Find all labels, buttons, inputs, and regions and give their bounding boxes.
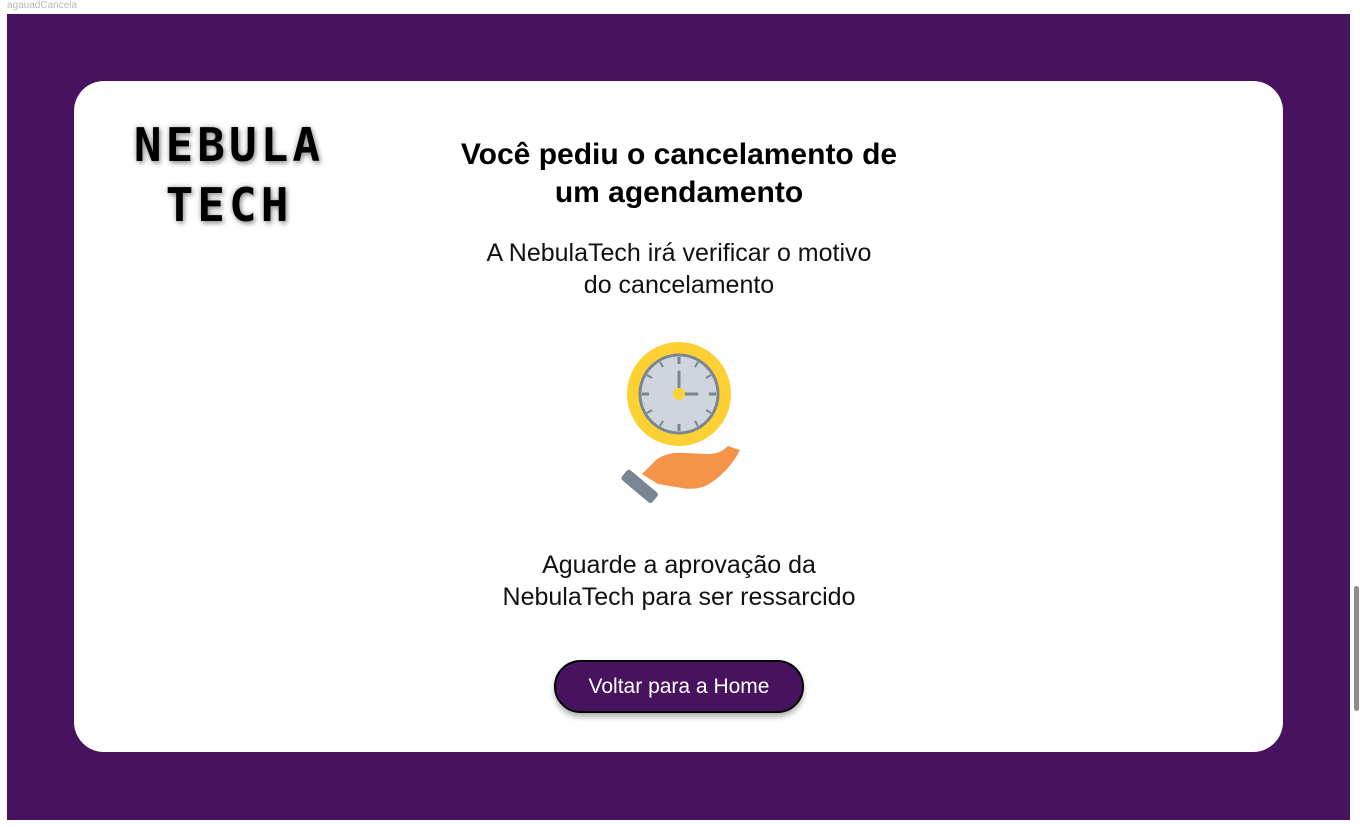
subtitle-line-2: do cancelamento (583, 271, 775, 299)
back-to-home-button[interactable]: Voltar para a Home (554, 660, 804, 713)
verification-message: A NebulaTech irá verificar o motivo do c… (407, 237, 951, 301)
content-card: NEBULA TECH Você pediu o cancelamento de… (74, 81, 1283, 752)
subtitle-line-1: A NebulaTech irá verificar o motivo (486, 239, 872, 267)
logo-line-1: NEBULA (133, 118, 325, 172)
frame-label: agauadCancela (7, 0, 78, 11)
approval-message: Aguarde a aprovação da NebulaTech para s… (407, 549, 951, 613)
page-background: NEBULA TECH Você pediu o cancelamento de… (7, 14, 1350, 820)
page-title: Você pediu o cancelamento de um agendame… (407, 136, 951, 212)
hand-holding-clock-icon (612, 342, 742, 512)
wait-line-2: NebulaTech para ser ressarcido (502, 583, 856, 611)
scrollbar-thumb[interactable] (1354, 586, 1359, 711)
title-line-1: Você pediu o cancelamento de (460, 138, 898, 171)
title-line-2: um agendamento (554, 176, 804, 209)
nebulatech-logo: NEBULA TECH (124, 115, 334, 235)
wait-line-1: Aguarde a aprovação da (542, 551, 816, 579)
vertical-scrollbar[interactable] (1352, 14, 1360, 820)
logo-line-2: TECH (165, 178, 293, 232)
